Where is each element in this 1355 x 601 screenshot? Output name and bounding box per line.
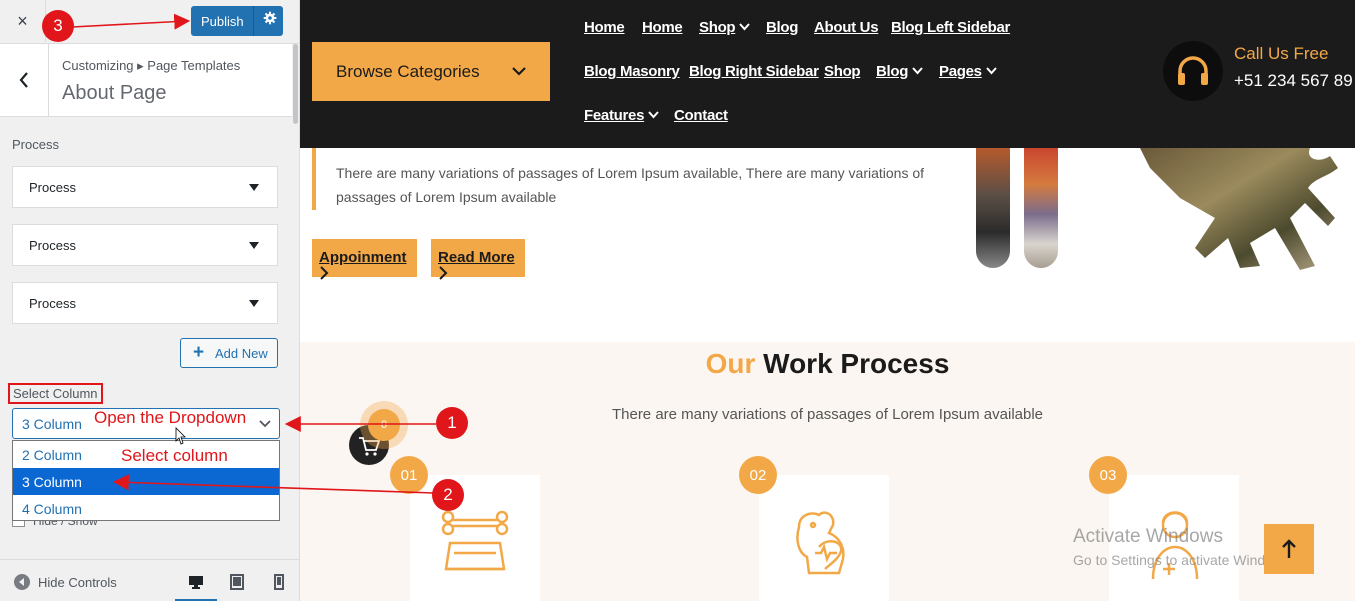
- nav-blog-masonry[interactable]: Blog Masonry: [584, 63, 680, 80]
- nav-blog-label: Blog: [876, 63, 909, 80]
- chevron-right-icon: [320, 266, 329, 280]
- nav-blog-right-sidebar[interactable]: Blog Right Sidebar: [689, 63, 819, 80]
- arrow-up-icon: [1282, 539, 1296, 558]
- hide-controls-label: Hide Controls: [38, 575, 117, 590]
- process-item-label: Process: [29, 180, 76, 195]
- process-item-label: Process: [29, 296, 76, 311]
- nav-contact[interactable]: Contact: [674, 107, 728, 124]
- publish-button[interactable]: Publish: [191, 6, 283, 36]
- publish-label: Publish: [201, 14, 244, 29]
- dog-silhouette-image: [1140, 148, 1338, 270]
- annotation-open-dropdown: Open the Dropdown: [94, 408, 247, 427]
- nav-features-dropdown[interactable]: Features: [584, 107, 659, 124]
- breadcrumb: Customizing ▸ Page Templates: [62, 58, 241, 73]
- chevron-down-icon: [512, 67, 526, 76]
- work-title-rest: Work Process: [755, 348, 950, 379]
- nav-shop-label: Shop: [699, 19, 736, 36]
- site-header: Browse Categories Home Home Shop Blog Ab…: [300, 0, 1355, 148]
- close-icon: ×: [17, 10, 28, 31]
- hero-paragraph: There are many variations of passages of…: [336, 165, 925, 205]
- appointment-button[interactable]: Appoinment: [312, 239, 417, 280]
- scroll-to-top-button[interactable]: [1264, 524, 1314, 574]
- call-us-number[interactable]: +51 234 567 89: [1234, 71, 1353, 91]
- collapse-icon: [14, 574, 30, 590]
- nav-home-2[interactable]: Home: [642, 19, 683, 36]
- chevron-down-icon: [648, 111, 659, 119]
- chevron-right-icon: [439, 266, 448, 280]
- gear-icon[interactable]: [263, 11, 277, 25]
- step-number-2: 02: [739, 456, 777, 494]
- nav-pages-label: Pages: [939, 63, 982, 80]
- plus-icon: +: [193, 342, 205, 363]
- hero-image-strip: [976, 148, 1010, 268]
- publish-separator: [253, 6, 254, 36]
- caret-down-icon: [249, 242, 259, 249]
- cart-count-badge: 0: [368, 409, 400, 441]
- section-header: Customizing ▸ Page Templates About Page: [0, 44, 292, 117]
- headphones-icon-circle: [1163, 41, 1223, 101]
- nav-pages-dropdown[interactable]: Pages: [939, 63, 997, 80]
- close-customizer-button[interactable]: ×: [0, 0, 46, 42]
- process-card-2: [759, 475, 889, 601]
- annotation-step-1: 1: [436, 407, 468, 439]
- process-item-label: Process: [29, 238, 76, 253]
- nav-about-us[interactable]: About Us: [814, 19, 879, 36]
- annotation-step-2: 2: [432, 479, 464, 511]
- step-number-3: 03: [1089, 456, 1127, 494]
- browse-categories-button[interactable]: Browse Categories: [312, 42, 550, 101]
- bone-bowl-icon: [441, 510, 509, 571]
- page-title: About Page: [62, 82, 167, 104]
- customizer-footer: Hide Controls: [0, 559, 299, 601]
- chevron-down-icon: [259, 420, 271, 428]
- work-process-title: Our Work Process: [300, 348, 1355, 380]
- chevron-down-icon: [912, 67, 923, 75]
- add-new-button[interactable]: + Add New: [180, 338, 278, 368]
- chevron-left-icon: [19, 72, 28, 88]
- nav-home[interactable]: Home: [584, 19, 625, 36]
- select-column-label: Select Column: [8, 383, 103, 404]
- caret-down-icon: [249, 184, 259, 191]
- hero-image-strip: [1024, 148, 1058, 268]
- nav-blog-dropdown[interactable]: Blog: [876, 63, 923, 80]
- tablet-preview-icon[interactable]: [229, 574, 245, 590]
- customizer-sidebar: × Publish Customizing ▸ Page Templates A…: [0, 0, 300, 601]
- work-title-highlight: Our: [705, 348, 756, 379]
- process-accordion-1[interactable]: Process: [12, 166, 278, 208]
- nav-shop-dropdown[interactable]: Shop: [699, 19, 751, 36]
- annotation-select-column: Select column: [121, 446, 228, 465]
- option-3-column[interactable]: 3 Column: [13, 468, 279, 495]
- process-accordion-3[interactable]: Process: [12, 282, 278, 324]
- step-number-1: 01: [390, 456, 428, 494]
- read-more-button[interactable]: Read More: [431, 239, 525, 280]
- windows-activation-title: Activate Windows: [1073, 526, 1223, 547]
- dog-heart-icon: [796, 511, 845, 575]
- desktop-preview-icon[interactable]: [188, 574, 204, 590]
- caret-down-icon: [249, 300, 259, 307]
- chevron-down-icon: [985, 67, 997, 75]
- nav-shop-2[interactable]: Shop: [824, 63, 861, 80]
- select-column-value: 3 Column: [22, 416, 82, 432]
- add-new-label: Add New: [215, 346, 268, 361]
- nav-blog-left-sidebar[interactable]: Blog Left Sidebar: [891, 19, 1010, 36]
- hide-controls-button[interactable]: Hide Controls: [14, 574, 117, 590]
- quote-accent-bar: [312, 148, 316, 210]
- headphones-icon: [1178, 56, 1208, 85]
- nav-blog[interactable]: Blog: [766, 19, 798, 36]
- process-card-1: [410, 475, 540, 601]
- annotation-step-3: 3: [42, 10, 74, 42]
- mobile-preview-icon[interactable]: [271, 574, 287, 590]
- chevron-down-icon: [739, 23, 751, 31]
- call-us-label: Call Us Free: [1234, 44, 1329, 63]
- browse-categories-label: Browse Categories: [336, 62, 480, 81]
- back-button[interactable]: [0, 44, 49, 116]
- appointment-label: Appoinment: [319, 249, 407, 266]
- sidebar-scrollbar-thumb[interactable]: [293, 44, 298, 124]
- option-4-column[interactable]: 4 Column: [13, 495, 279, 522]
- process-accordion-2[interactable]: Process: [12, 224, 278, 266]
- windows-activation-subtitle: Go to Settings to activate Windows.: [1073, 552, 1294, 568]
- nav-features-label: Features: [584, 107, 645, 124]
- process-heading: Process: [12, 137, 59, 152]
- read-more-label: Read More: [438, 249, 515, 266]
- site-preview: Browse Categories Home Home Shop Blog Ab…: [300, 0, 1355, 601]
